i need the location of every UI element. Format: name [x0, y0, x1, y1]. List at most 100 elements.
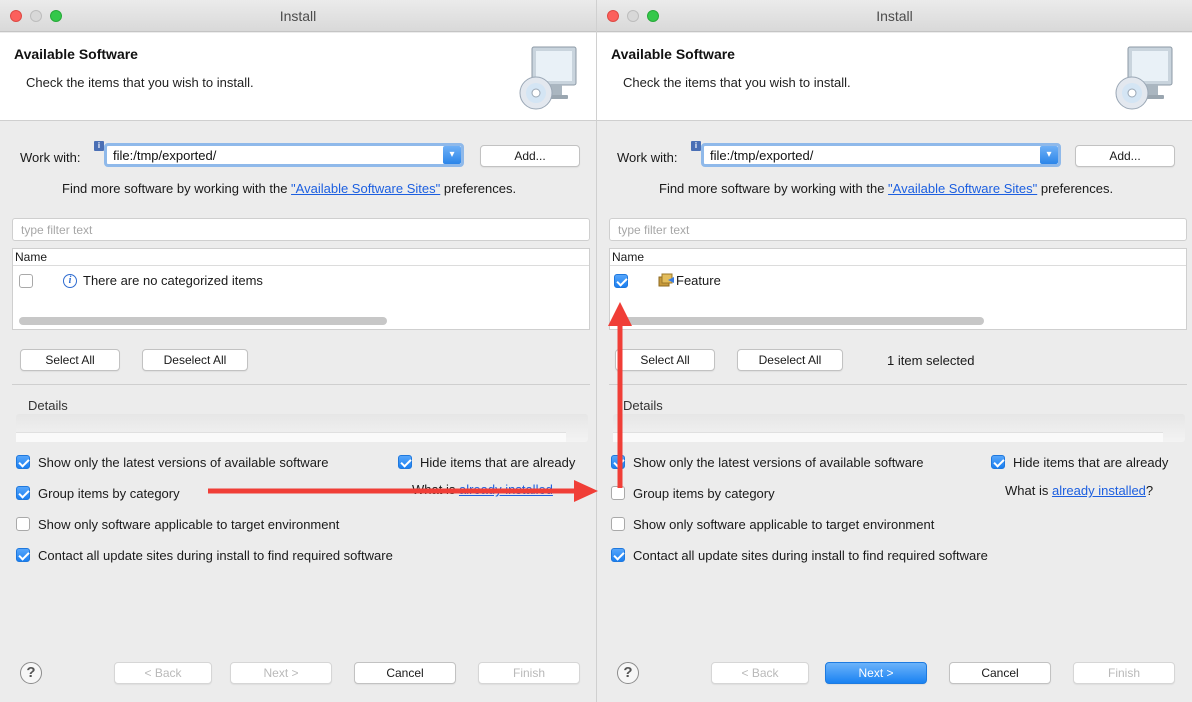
details-label: Details: [28, 398, 68, 413]
cancel-button[interactable]: Cancel: [354, 662, 456, 684]
window-title: Install: [876, 8, 913, 24]
work-with-value: file:/tmp/exported/: [710, 148, 814, 163]
available-software-sites-link[interactable]: "Available Software Sites": [291, 181, 440, 196]
already-installed-link[interactable]: already installed: [459, 482, 553, 497]
install-window-left: Install Available Software Check the ite…: [0, 0, 596, 702]
select-all-button[interactable]: Select All: [615, 349, 715, 371]
info-icon: i: [63, 274, 77, 288]
option-latest-label: Show only the latest versions of availab…: [633, 455, 924, 470]
tree-item-label: Feature: [676, 273, 721, 288]
option-target-label: Show only software applicable to target …: [633, 517, 935, 532]
back-button[interactable]: < Back: [114, 662, 212, 684]
finish-button[interactable]: Finish: [478, 662, 580, 684]
monitor-cd-icon: [519, 46, 577, 110]
find-more-suffix: preferences.: [1037, 181, 1114, 196]
info-icon: i: [94, 141, 104, 151]
option-group-label: Group items by category: [633, 486, 775, 501]
tree-item-checkbox[interactable]: [19, 274, 33, 288]
what-is-suffix: ?: [1145, 483, 1154, 498]
already-installed-link[interactable]: already installed: [1052, 483, 1146, 498]
deselect-all-button[interactable]: Deselect All: [142, 349, 248, 371]
option-group-label: Group items by category: [38, 486, 180, 501]
details-scrollbar[interactable]: [16, 432, 566, 442]
selection-status: 1 item selected: [887, 353, 975, 368]
software-tree[interactable]: Name i There are no categorized items: [12, 248, 590, 330]
option-latest-label: Show only the latest versions of availab…: [38, 455, 329, 470]
tree-item-checkbox[interactable]: [614, 274, 628, 288]
chevron-down-icon[interactable]: ▾: [1040, 146, 1058, 164]
software-tree[interactable]: Name Feature: [609, 248, 1187, 330]
tree-item-label: There are no categorized items: [83, 273, 263, 288]
back-button[interactable]: < Back: [711, 662, 809, 684]
filter-input[interactable]: type filter text: [12, 218, 590, 241]
select-all-button[interactable]: Select All: [20, 349, 120, 371]
feature-icon: [658, 273, 674, 287]
find-more-suffix: preferences.: [440, 181, 517, 196]
finish-button[interactable]: Finish: [1073, 662, 1175, 684]
work-with-label: Work with:: [20, 150, 81, 165]
what-is-installed: What is already installed?: [1005, 483, 1153, 498]
what-is-installed: What is already installed: [412, 482, 553, 497]
banner-title: Available Software: [14, 46, 138, 62]
install-window-right: Install Available Software Check the ite…: [596, 0, 1192, 702]
checkbox-group[interactable]: [16, 486, 30, 500]
work-with-value: file:/tmp/exported/: [113, 148, 217, 163]
details-area: [613, 414, 1185, 442]
find-more-prefix: Find more software by working with the: [62, 181, 292, 196]
banner: Available Software Check the items that …: [597, 33, 1192, 121]
option-target-label: Show only software applicable to target …: [38, 517, 340, 532]
divider: [609, 384, 1187, 385]
add-button[interactable]: Add...: [480, 145, 580, 167]
monitor-cd-icon: [1115, 46, 1173, 110]
checkbox-latest[interactable]: [16, 455, 30, 469]
details-label: Details: [623, 398, 663, 413]
option-contact-label: Contact all update sites during install …: [38, 548, 393, 563]
filter-placeholder: type filter text: [618, 223, 690, 237]
checkbox-target[interactable]: [16, 517, 30, 531]
tree-row[interactable]: Feature: [610, 271, 1186, 291]
find-more-prefix: Find more software by working with the: [659, 181, 889, 196]
tree-row[interactable]: i There are no categorized items: [13, 271, 589, 291]
title-bar: Install: [0, 0, 596, 32]
horizontal-scrollbar[interactable]: [19, 317, 387, 325]
find-more-text: Find more software by working with the "…: [659, 181, 1113, 196]
divider: [12, 384, 590, 385]
checkbox-latest[interactable]: [611, 455, 625, 469]
horizontal-scrollbar[interactable]: [616, 317, 984, 325]
work-with-combo[interactable]: file:/tmp/exported/ ▾: [701, 143, 1061, 167]
cancel-button[interactable]: Cancel: [949, 662, 1051, 684]
chevron-down-icon[interactable]: ▾: [443, 146, 461, 164]
checkbox-contact[interactable]: [16, 548, 30, 562]
checkbox-hide[interactable]: [991, 455, 1005, 469]
checkbox-contact[interactable]: [611, 548, 625, 562]
available-software-sites-link[interactable]: "Available Software Sites": [888, 181, 1037, 196]
tree-header-name: Name: [13, 249, 589, 266]
details-area: [16, 414, 588, 442]
help-icon[interactable]: ?: [617, 662, 639, 684]
checkbox-group[interactable]: [611, 486, 625, 500]
details-scrollbar[interactable]: [613, 432, 1163, 442]
title-bar: Install: [597, 0, 1192, 32]
option-contact-label: Contact all update sites during install …: [633, 548, 988, 563]
add-button[interactable]: Add...: [1075, 145, 1175, 167]
help-icon[interactable]: ?: [20, 662, 42, 684]
tree-header-name: Name: [610, 249, 1186, 266]
what-is-prefix: What is: [412, 482, 459, 497]
banner-title: Available Software: [611, 46, 735, 62]
banner: Available Software Check the items that …: [0, 33, 596, 121]
deselect-all-button[interactable]: Deselect All: [737, 349, 843, 371]
next-button[interactable]: Next >: [825, 662, 927, 684]
work-with-combo[interactable]: file:/tmp/exported/ ▾: [104, 143, 464, 167]
option-hide-label: Hide items that are already: [420, 455, 576, 470]
checkbox-target[interactable]: [611, 517, 625, 531]
banner-description: Check the items that you wish to install…: [26, 75, 254, 90]
what-is-prefix: What is: [1005, 483, 1052, 498]
filter-input[interactable]: type filter text: [609, 218, 1187, 241]
next-button[interactable]: Next >: [230, 662, 332, 684]
work-with-label: Work with:: [617, 150, 678, 165]
banner-description: Check the items that you wish to install…: [623, 75, 851, 90]
find-more-text: Find more software by working with the "…: [62, 181, 516, 196]
checkbox-hide[interactable]: [398, 455, 412, 469]
option-hide-label: Hide items that are already: [1013, 455, 1169, 470]
info-icon: i: [691, 141, 701, 151]
